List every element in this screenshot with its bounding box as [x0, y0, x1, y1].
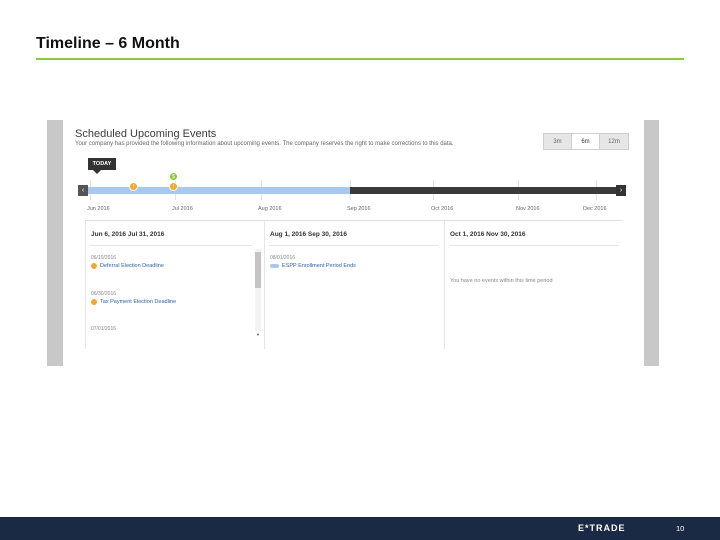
scroll-thumb[interactable]: [255, 252, 261, 288]
page-number: 10: [676, 524, 685, 533]
timeline-marker-payment[interactable]: $: [169, 172, 178, 181]
etrade-logo: E*TRADE: [578, 523, 626, 533]
event-label: ESPP Enrollment Period Ends: [282, 263, 356, 269]
axis-label-month: Jul 2016: [172, 206, 193, 212]
event-column-1: Jun 6, 2016 Jul 31, 2016 06/10/2016 Defe…: [85, 221, 264, 349]
event-date: 06/10/2016: [91, 255, 117, 261]
event-column-2: Aug 1, 2016 Sep 30, 2016 08/01/2016 ESPP…: [264, 221, 444, 349]
event-date: 06/30/2016: [91, 291, 117, 297]
scroll-down-icon[interactable]: ▼: [255, 331, 261, 337]
range-12m-button[interactable]: 12m: [600, 134, 628, 149]
event-item[interactable]: Deferral Election Deadline: [91, 263, 164, 269]
axis-label-month: Oct 2016: [431, 206, 454, 212]
axis-label-month: Sep 2016: [347, 206, 371, 212]
event-item[interactable]: Tax Payment Election Deadline: [91, 299, 176, 305]
column-header: Jun 6, 2016 Jul 31, 2016: [91, 231, 165, 238]
column-scrollbar[interactable]: [255, 249, 261, 331]
event-item[interactable]: ESPP Enrollment Period Ends: [270, 263, 356, 269]
event-column-3: Oct 1, 2016 Nov 30, 2016 You have no eve…: [444, 221, 623, 349]
event-label: Deferral Election Deadline: [100, 263, 164, 269]
panel-title: Scheduled Upcoming Events: [75, 128, 217, 140]
event-bar-icon: [270, 264, 279, 268]
today-tag: TODAY: [88, 158, 116, 174]
axis-label-month: Nov 2016: [516, 206, 540, 212]
column-rule: [269, 245, 439, 246]
range-selector: 3m 6m 12m: [543, 133, 629, 150]
event-columns: Jun 6, 2016 Jul 31, 2016 06/10/2016 Defe…: [85, 220, 623, 349]
column-rule: [449, 245, 619, 246]
screenshot-frame: Scheduled Upcoming Events Your company h…: [47, 120, 659, 366]
column-header: Aug 1, 2016 Sep 30, 2016: [270, 231, 347, 238]
axis-label-month: Jun 2016: [87, 206, 110, 212]
slide-title: Timeline – 6 Month: [36, 35, 180, 52]
event-date: 07/01/2016: [91, 326, 117, 332]
panel-subtitle: Your company has provided the following …: [75, 141, 454, 147]
timeline-track[interactable]: [85, 187, 623, 194]
timeline-elapsed-fill: [85, 187, 350, 194]
footer-bar: E*TRADE 10: [0, 517, 720, 540]
events-panel: Scheduled Upcoming Events Your company h…: [63, 120, 644, 366]
event-dot-icon: [91, 299, 97, 305]
title-rule: [36, 58, 684, 60]
range-3m-button[interactable]: 3m: [544, 134, 572, 149]
range-6m-button[interactable]: 6m: [572, 134, 600, 149]
axis-label-month: Dec 2016: [583, 206, 607, 212]
axis-label-month: Aug 2016: [258, 206, 282, 212]
event-dot-icon: [91, 263, 97, 269]
event-date: 08/01/2016: [270, 255, 296, 261]
timeline-next-arrow-icon[interactable]: ›: [616, 185, 626, 196]
column-header: Oct 1, 2016 Nov 30, 2016: [450, 231, 526, 238]
column-rule: [90, 245, 252, 246]
no-events-message: You have no events within this time peri…: [450, 278, 553, 284]
event-label: Tax Payment Election Deadline: [100, 299, 177, 305]
timeline-marker-warning[interactable]: !: [169, 182, 178, 191]
timeline-prev-arrow-icon[interactable]: ‹: [78, 185, 88, 196]
timeline-marker-warning[interactable]: !: [129, 182, 138, 191]
